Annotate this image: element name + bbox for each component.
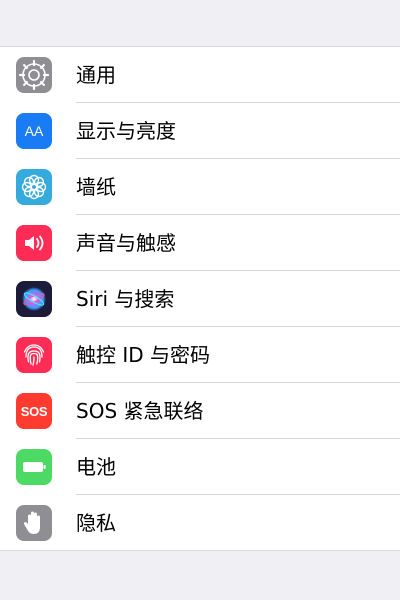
settings-item-label: 隐私 [76,511,116,535]
settings-item-privacy[interactable]: 隐私 [0,495,400,551]
siri-icon [16,281,52,317]
settings-item-siri-search[interactable]: Siri 与搜索 [0,271,400,327]
text-size-icon: AA [16,113,52,149]
hand-icon [16,505,52,541]
settings-item-label: SOS 紧急联络 [76,399,204,423]
settings-item-battery[interactable]: 电池 [0,439,400,495]
settings-item-label: 显示与亮度 [76,119,176,143]
settings-item-general[interactable]: 通用 [0,47,400,103]
settings-item-display-brightness[interactable]: AA 显示与亮度 [0,103,400,159]
gear-icon [16,57,52,93]
settings-item-wallpaper[interactable]: 墙纸 [0,159,400,215]
text-size-icon-glyph: AA [24,123,44,139]
settings-item-label: 声音与触感 [76,231,176,255]
sos-icon: SOS [16,393,52,429]
settings-item-label: Siri 与搜索 [76,287,175,311]
top-spacer [0,0,400,47]
settings-item-label: 电池 [76,455,116,479]
bottom-spacer [0,551,400,597]
settings-item-label: 墙纸 [76,175,116,199]
speaker-icon [16,225,52,261]
fingerprint-icon [16,337,52,373]
divider [0,550,400,551]
settings-list: 通用 AA 显示与亮度 墙纸 声音与触感 Siri 与搜索 触控 ID 与密码 … [0,47,400,551]
settings-item-sounds-haptics[interactable]: 声音与触感 [0,215,400,271]
flower-icon [16,169,52,205]
settings-item-emergency-sos[interactable]: SOS SOS 紧急联络 [0,383,400,439]
settings-item-label: 通用 [76,63,116,87]
battery-icon [16,449,52,485]
settings-item-label: 触控 ID 与密码 [76,343,211,367]
sos-icon-glyph: SOS [20,403,48,419]
settings-item-touch-id-passcode[interactable]: 触控 ID 与密码 [0,327,400,383]
